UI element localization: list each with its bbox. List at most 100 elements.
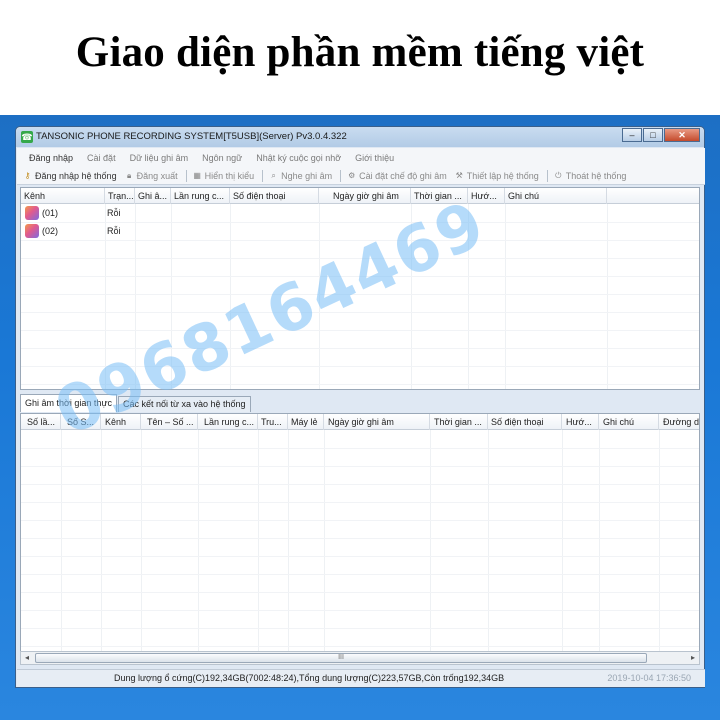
header-name-number[interactable]: Tên – Số ...: [141, 414, 198, 430]
menu-settings[interactable]: Cài đặt: [87, 153, 116, 163]
close-button[interactable]: ✕: [664, 128, 700, 142]
tab-remote-connections[interactable]: Các kết nối từ xa vào hệ thống: [117, 396, 251, 412]
header-recording[interactable]: Ghi â...: [135, 188, 171, 204]
grid-line: [288, 430, 289, 652]
grid-line: [599, 430, 600, 652]
tools-icon: ⚒: [455, 171, 463, 180]
header-ring-count[interactable]: Lần rung c...: [171, 188, 230, 204]
records-table[interactable]: Số lầ... Số S... Kênh Tên – Số ... Lần r…: [20, 413, 700, 653]
phone-line-icon: [25, 224, 39, 238]
scroll-thumb[interactable]: III: [35, 653, 647, 663]
status-cell[interactable]: Rỗi: [107, 205, 121, 222]
menu-login[interactable]: Đăng nhập: [29, 153, 73, 163]
scroll-left-icon[interactable]: ◂: [21, 652, 33, 664]
header-serial[interactable]: Số S...: [61, 414, 101, 430]
grid-line: [21, 348, 699, 349]
grid-line: [198, 430, 199, 652]
menu-about[interactable]: Giới thiệu: [355, 153, 394, 163]
records-table-header: Số lầ... Số S... Kênh Tên – Số ... Lần r…: [21, 414, 699, 430]
tab-realtime-recording[interactable]: Ghi âm thời gian thực: [20, 394, 117, 412]
header-direction[interactable]: Hướ...: [468, 188, 505, 204]
grid-line: [468, 204, 469, 389]
header-count[interactable]: Số lầ...: [21, 414, 61, 430]
menu-language[interactable]: Ngôn ngữ: [202, 153, 242, 163]
tab-strip: Ghi âm thời gian thực Các kết nối từ xa …: [20, 394, 252, 412]
header-extension[interactable]: Máy lẻ: [288, 414, 324, 430]
gear-icon: ⚙: [348, 171, 356, 180]
toolbar-separator: [262, 169, 264, 182]
grid-line: [21, 484, 699, 485]
channel-cell[interactable]: (02): [42, 223, 58, 240]
header-channel[interactable]: Kênh: [21, 188, 105, 204]
grid-line: [171, 204, 172, 389]
grid-line: [21, 330, 699, 331]
grid-line: [607, 204, 608, 389]
login-label: Đăng nhập hệ thống: [35, 170, 117, 181]
grid-line: [21, 610, 699, 611]
header-ring-count[interactable]: Lần rung c...: [198, 414, 258, 430]
grid-icon: ▦: [193, 171, 201, 180]
grid-line: [21, 258, 699, 259]
header-path[interactable]: Đường d: [659, 414, 699, 430]
display-mode-label: Hiển thị kiểu: [204, 170, 255, 181]
header-duration[interactable]: Thời gian ...: [411, 188, 468, 204]
system-setup-button[interactable]: ⚒ Thiết lập hệ thống: [455, 171, 539, 181]
record-mode-button[interactable]: ⚙ Cài đặt chế độ ghi âm: [347, 171, 447, 181]
menu-recording-data[interactable]: Dữ liệu ghi âm: [130, 153, 189, 163]
header-record-datetime[interactable]: Ngày giờ ghi âm: [324, 414, 430, 430]
header-phone-number[interactable]: Số điện thoại: [488, 414, 562, 430]
window-title: TANSONIC PHONE RECORDING SYSTEM[T5USB](S…: [36, 131, 347, 142]
grid-line: [101, 430, 102, 652]
grid-line: [21, 466, 699, 467]
channels-table[interactable]: Kênh Trạn... Ghi â... Lần rung c... Số đ…: [20, 187, 700, 390]
grid-line: [61, 430, 62, 652]
minimize-button[interactable]: –: [622, 128, 642, 142]
listen-label: Nghe ghi âm: [281, 170, 333, 181]
channel-cell[interactable]: (01): [42, 205, 58, 222]
header-phone-number[interactable]: Số điện thoại: [230, 188, 319, 204]
header-direction[interactable]: Hướ...: [562, 414, 599, 430]
horizontal-scrollbar[interactable]: ◂ III ▸: [20, 651, 700, 665]
grid-line: [21, 628, 699, 629]
header-note[interactable]: Ghi chú: [599, 414, 659, 430]
grid-line: [21, 448, 699, 449]
login-button[interactable]: ⚷ Đăng nhập hệ thống: [23, 171, 117, 181]
grid-line: [488, 430, 489, 652]
header-channel[interactable]: Kênh: [101, 414, 141, 430]
header-filler: [607, 188, 699, 204]
grid-line: [21, 538, 699, 539]
header-trunk[interactable]: Tru...: [258, 414, 288, 430]
grid-line: [21, 574, 699, 575]
lock-icon: 🔒︎: [126, 171, 132, 180]
header-status[interactable]: Trạn...: [105, 188, 135, 204]
header-note[interactable]: Ghi chú: [505, 188, 607, 204]
disk-status: Dung lượng ổ cứng(C)192,34GB(7002:48:24)…: [114, 673, 505, 683]
status-cell[interactable]: Rỗi: [107, 223, 121, 240]
grid-line: [135, 204, 136, 389]
grid-line: [21, 520, 699, 521]
grid-line: [21, 592, 699, 593]
grid-line: [21, 646, 699, 647]
key-icon: ⚷: [24, 171, 31, 180]
header-record-datetime[interactable]: Ngày giờ ghi âm: [319, 188, 411, 204]
menu-missed-calls[interactable]: Nhật ký cuộc gọi nhỡ: [256, 153, 341, 163]
grid-line: [21, 312, 699, 313]
title-bar[interactable]: ☎ TANSONIC PHONE RECORDING SYSTEM[T5USB]…: [16, 127, 704, 147]
grid-line: [319, 204, 320, 389]
grid-line: [430, 430, 431, 652]
exit-button[interactable]: ⏻ Thoát hệ thống: [554, 171, 626, 181]
channels-table-header: Kênh Trạn... Ghi â... Lần rung c... Số đ…: [21, 188, 699, 204]
listen-button[interactable]: ⌕ Nghe ghi âm: [269, 171, 332, 181]
grid-line: [659, 430, 660, 652]
scroll-right-icon[interactable]: ▸: [687, 652, 699, 664]
display-mode-button[interactable]: ▦ Hiển thị kiểu: [193, 170, 255, 181]
grid-line: [230, 204, 231, 389]
header-duration[interactable]: Thời gian ...: [430, 414, 488, 430]
maximize-button[interactable]: □: [643, 128, 663, 142]
grid-line: [141, 430, 142, 652]
grid-line: [105, 204, 106, 389]
logout-button[interactable]: 🔒︎ Đăng xuất: [125, 171, 178, 181]
grid-line: [411, 204, 412, 389]
grid-line: [21, 222, 699, 223]
grid-line: [562, 430, 563, 652]
